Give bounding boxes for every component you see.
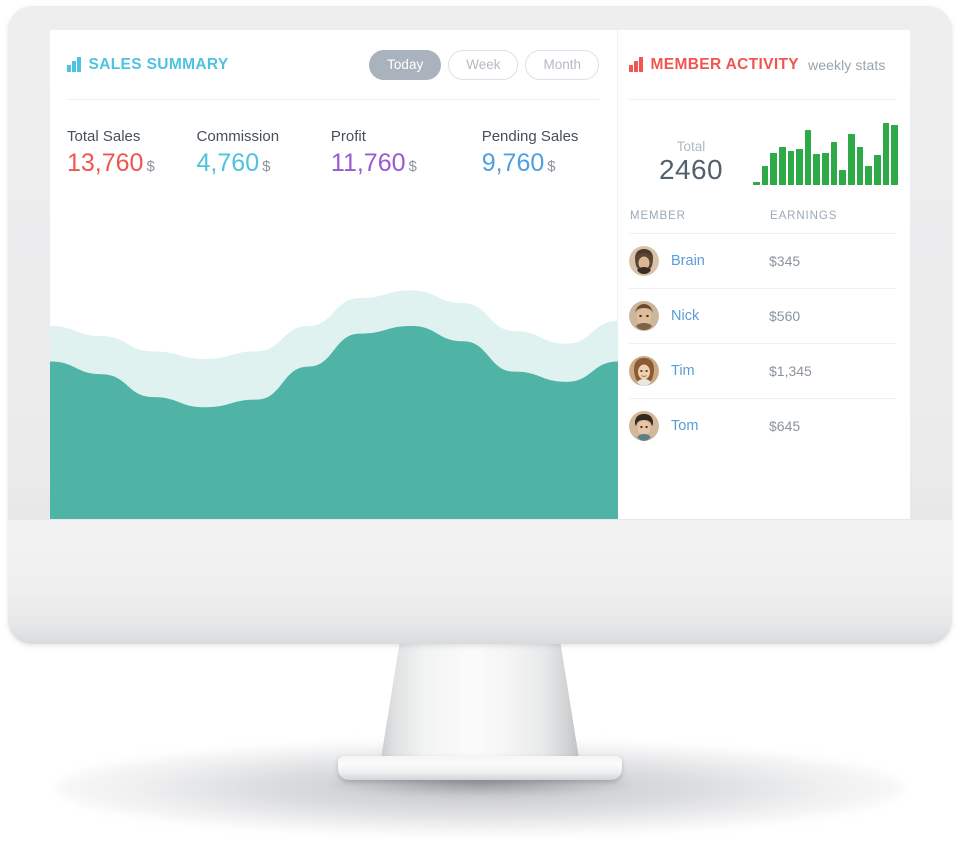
- member-earnings: $345: [769, 253, 801, 269]
- sparkline-bar: [761, 166, 769, 185]
- sparkline-bar: [822, 152, 829, 185]
- table-row[interactable]: Nick $560: [629, 289, 896, 344]
- bar-chart-icon: [67, 57, 81, 72]
- monitor-scene: SALES SUMMARY Today Week Month Total Sal…: [0, 0, 960, 841]
- total-label: Total: [676, 138, 706, 154]
- kpi-commission: Commission 4,760 $: [197, 128, 331, 178]
- table-row[interactable]: Tim $1,345: [629, 344, 896, 399]
- sales-summary-title-group: SALES SUMMARY: [67, 56, 229, 74]
- tab-today[interactable]: Today: [369, 49, 442, 81]
- member-activity-panel: MEMBER ACTIVITY weekly stats Total 2460 …: [618, 30, 910, 519]
- sparkline-bar: [796, 149, 803, 185]
- sales-area-chart: [50, 259, 618, 519]
- range-tab-group[interactable]: Today Week Month: [369, 49, 599, 81]
- member-cell: Nick: [629, 301, 769, 331]
- kpi-label: Total Sales: [67, 128, 141, 145]
- total-block: Total 2460: [618, 100, 910, 186]
- member-cell: Tom: [629, 411, 769, 441]
- kpi-total-sales: Total Sales 13,760 $: [67, 128, 197, 178]
- activity-sparkline: [753, 123, 898, 186]
- avatar: [629, 356, 659, 386]
- sparkline-bar: [856, 146, 864, 185]
- member-activity-title-group: MEMBER ACTIVITY weekly stats: [629, 56, 885, 74]
- monitor-stand-neck: [380, 640, 580, 765]
- sparkline-bar: [839, 169, 847, 185]
- member-name[interactable]: Tom: [671, 418, 698, 434]
- kpi-value: 4,760: [196, 149, 260, 177]
- avatar: [629, 246, 659, 276]
- kpi-currency: $: [262, 158, 271, 175]
- sales-summary-panel: SALES SUMMARY Today Week Month Total Sal…: [50, 30, 618, 519]
- total-text: Total 2460: [629, 139, 753, 186]
- sparkline-bar: [804, 130, 812, 185]
- sparkline-bar: [891, 124, 898, 185]
- monitor-stand-base: [338, 756, 622, 780]
- sparkline-bar: [848, 134, 855, 185]
- kpi-profit: Profit 11,760 $: [331, 128, 482, 178]
- kpi-label: Commission: [196, 128, 280, 145]
- kpi-value-wrap: 11,760 $: [330, 149, 482, 178]
- avatar: [629, 411, 659, 441]
- kpi-currency: $: [146, 158, 155, 175]
- kpi-label: Profit: [330, 128, 366, 145]
- member-name[interactable]: Nick: [671, 308, 699, 324]
- member-name[interactable]: Tim: [671, 363, 695, 379]
- sparkline-bar: [830, 141, 838, 185]
- tab-month[interactable]: Month: [525, 49, 599, 81]
- member-activity-header: MEMBER ACTIVITY weekly stats: [618, 30, 910, 100]
- total-value: 2460: [659, 153, 723, 185]
- avatar: [629, 301, 659, 331]
- sparkline-bar: [873, 155, 881, 185]
- sparkline-bar: [865, 166, 872, 185]
- table-row[interactable]: Brain $345: [629, 234, 896, 289]
- member-earnings: $645: [769, 418, 801, 434]
- sparkline-bar: [787, 150, 795, 185]
- column-header-earnings: EARNINGS: [770, 210, 838, 222]
- member-name[interactable]: Brain: [671, 253, 705, 269]
- member-earnings: $1,345: [769, 363, 812, 379]
- dashboard-screen: SALES SUMMARY Today Week Month Total Sal…: [50, 30, 910, 519]
- member-activity-title: MEMBER ACTIVITY: [650, 56, 799, 73]
- sales-summary-header: SALES SUMMARY Today Week Month: [50, 30, 617, 100]
- sparkline-bar: [778, 146, 786, 185]
- page-title: SALES SUMMARY: [88, 56, 229, 73]
- kpi-value: 13,760: [67, 149, 144, 177]
- kpi-value-wrap: 9,760 $: [481, 149, 617, 178]
- member-earnings: $560: [769, 308, 801, 324]
- bar-chart-icon: [629, 57, 643, 72]
- member-activity-subtitle: weekly stats: [807, 57, 886, 73]
- sparkline-bar: [813, 154, 821, 185]
- kpi-label: Pending Sales: [481, 128, 579, 145]
- kpi-value-wrap: 13,760 $: [67, 149, 197, 178]
- sparkline-bar: [753, 181, 760, 185]
- member-earnings-table: MEMBER EARNINGS Brain $345 Nick $560 Tim…: [618, 210, 910, 453]
- member-cell: Brain: [629, 246, 769, 276]
- kpi-pending-sales: Pending Sales 9,760 $: [482, 128, 617, 178]
- table-row[interactable]: Tom $645: [629, 399, 896, 453]
- member-cell: Tim: [629, 356, 769, 386]
- kpi-row: Total Sales 13,760 $ Commission 4,760 $ Pr…: [50, 100, 617, 178]
- kpi-currency: $: [408, 158, 417, 175]
- column-header-member: MEMBER: [630, 210, 686, 222]
- area-chart-svg: [50, 290, 618, 519]
- kpi-value: 11,760: [330, 149, 406, 177]
- sparkline-bar: [770, 152, 777, 185]
- kpi-value: 9,760: [481, 149, 545, 177]
- monitor-chin: [8, 520, 952, 644]
- kpi-currency: $: [547, 158, 556, 175]
- table-header-row: MEMBER EARNINGS: [629, 210, 896, 234]
- tab-week[interactable]: Week: [448, 49, 519, 81]
- kpi-value-wrap: 4,760 $: [196, 149, 331, 178]
- sparkline-bar: [882, 123, 890, 185]
